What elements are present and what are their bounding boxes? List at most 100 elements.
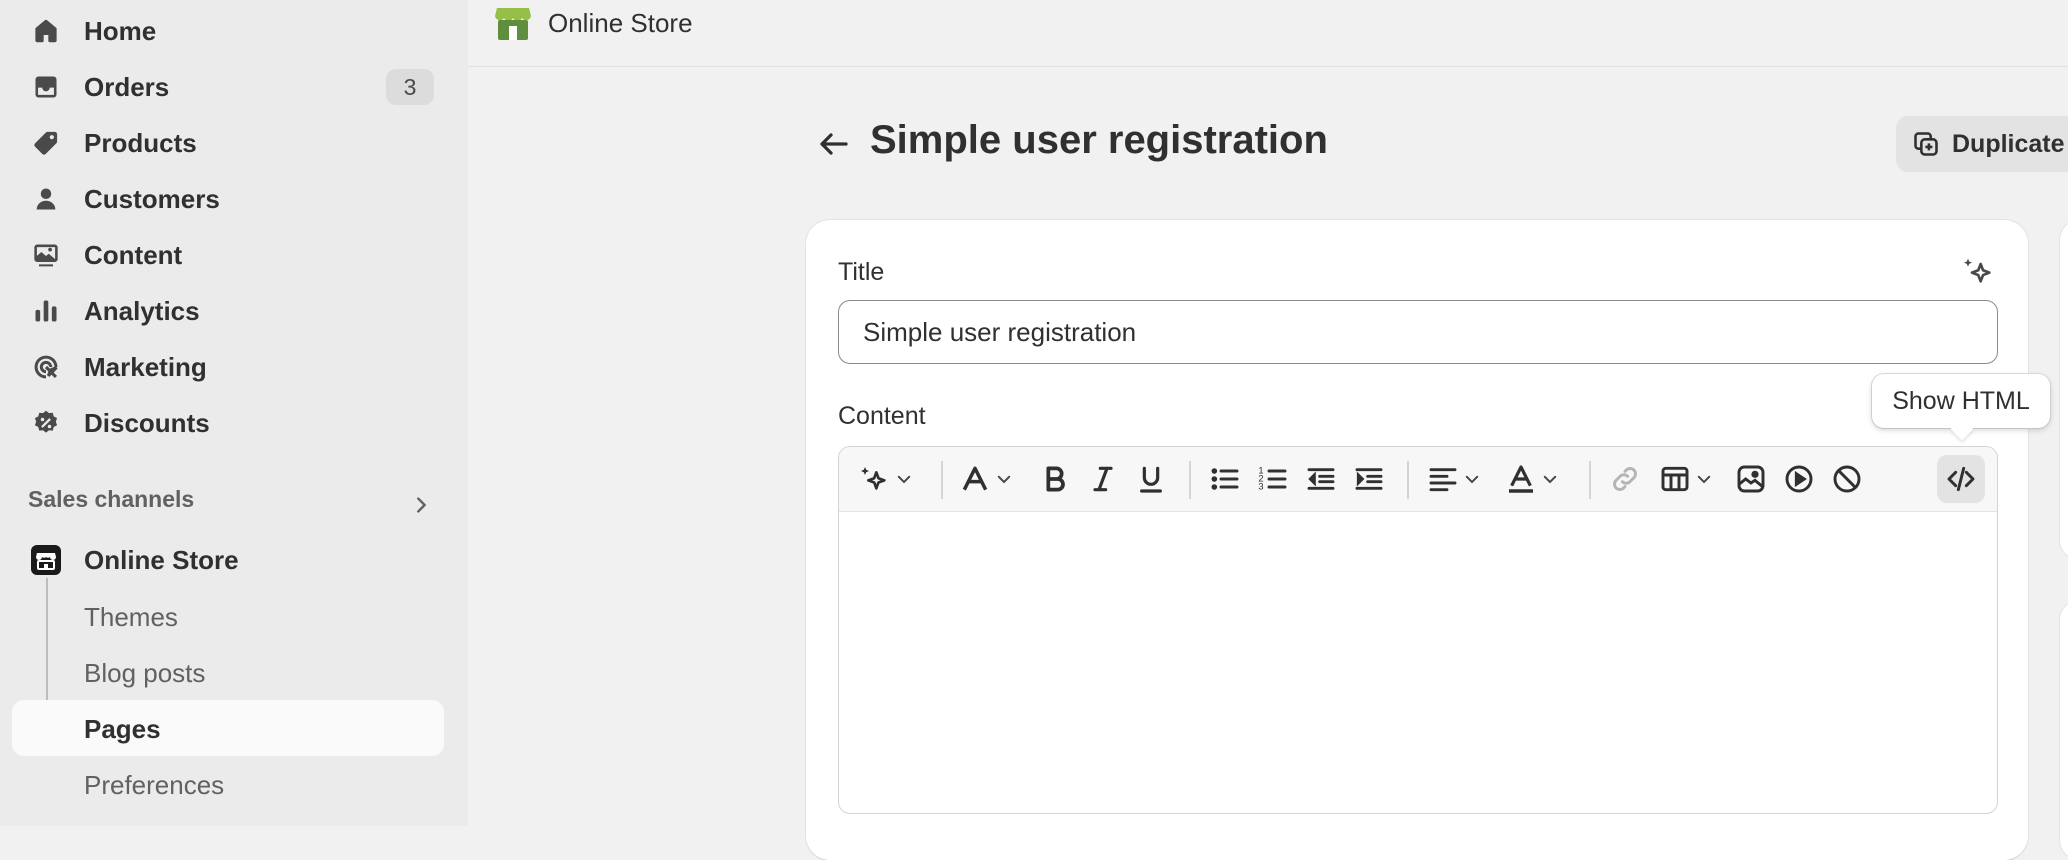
home-icon — [32, 17, 60, 45]
rich-text-editor: 123 — [838, 446, 1998, 814]
duplicate-button[interactable]: Duplicate — [1896, 116, 2068, 172]
sidebar-item-products[interactable]: Products — [12, 115, 444, 171]
show-html-tooltip: Show HTML — [1872, 374, 2050, 428]
chevron-down-icon — [1543, 475, 1557, 484]
title-label: Title — [838, 258, 885, 286]
duplicate-label: Duplicate — [1952, 130, 2065, 158]
side-card — [2060, 220, 2068, 560]
bold-button[interactable] — [1039, 461, 1071, 497]
content-label: Content — [838, 402, 926, 430]
magic-sparkle-icon[interactable] — [1962, 256, 1994, 288]
person-icon — [32, 185, 60, 213]
store-name: Online Store — [548, 8, 693, 38]
underline-icon — [1135, 463, 1167, 495]
top-bar: Online Store — [468, 0, 2068, 67]
inbox-icon — [32, 73, 60, 101]
bar-chart-icon — [32, 297, 60, 325]
sidebar-subitem-pages[interactable]: Pages — [12, 700, 444, 756]
outdent-button[interactable] — [1305, 461, 1337, 497]
link-button[interactable] — [1609, 461, 1641, 497]
toolbar-divider — [1589, 461, 1591, 499]
indent-icon — [1353, 463, 1385, 495]
editor-toolbar: 123 — [839, 447, 1997, 512]
underline-button[interactable] — [1135, 461, 1167, 497]
title-input[interactable] — [838, 300, 1998, 364]
chevron-down-icon — [1465, 475, 1479, 484]
image-icon — [1735, 463, 1767, 495]
link-icon — [1609, 463, 1641, 495]
target-icon — [32, 353, 60, 381]
sidebar-item-label: Home — [84, 15, 157, 46]
sidebar-subitem-preferences[interactable]: Preferences — [12, 756, 444, 812]
indent-button[interactable] — [1353, 461, 1385, 497]
table-dropdown-button[interactable] — [1659, 461, 1713, 497]
storefront-icon — [30, 544, 62, 576]
editor-content-area[interactable] — [839, 513, 1997, 813]
italic-icon — [1087, 463, 1119, 495]
sidebar-subitem-label: Preferences — [84, 770, 225, 800]
sidebar-item-label: Discounts — [84, 407, 210, 438]
bullet-list-icon — [1209, 463, 1241, 495]
sidebar-item-customers[interactable]: Customers — [12, 171, 444, 227]
sidebar-item-label: Customers — [84, 183, 220, 214]
code-icon — [1945, 463, 1977, 495]
back-arrow-icon[interactable] — [816, 126, 852, 162]
clear-format-button[interactable] — [1831, 461, 1863, 497]
text-color-dropdown-button[interactable] — [1505, 461, 1559, 497]
magic-dropdown-button[interactable] — [859, 461, 913, 497]
image-icon — [32, 241, 60, 269]
magic-icon — [859, 463, 891, 495]
sidebar-subitem-label: Blog posts — [84, 658, 206, 688]
sidebar-item-label: Orders — [84, 71, 170, 102]
sidebar-item-analytics[interactable]: Analytics — [12, 283, 444, 339]
orders-count-badge: 3 — [386, 69, 434, 105]
svg-text:3: 3 — [1258, 482, 1263, 492]
discount-icon — [32, 409, 60, 437]
numbered-list-button[interactable]: 123 — [1257, 461, 1289, 497]
sidebar-item-label: Content — [84, 239, 183, 270]
sidebar-item-orders[interactable]: Orders 3 — [12, 59, 444, 115]
sidebar-item-label: Marketing — [84, 351, 207, 382]
outdent-icon — [1305, 463, 1337, 495]
sidebar-item-home[interactable]: Home — [12, 3, 444, 59]
table-icon — [1659, 463, 1691, 495]
chevron-down-icon — [1697, 475, 1711, 484]
clear-format-icon — [1831, 463, 1863, 495]
side-card-secondary — [2060, 600, 2068, 860]
sales-channels-title: Sales channels — [28, 486, 195, 512]
sidebar-item-online-store[interactable]: Online Store — [12, 532, 444, 588]
italic-button[interactable] — [1087, 461, 1119, 497]
insert-video-button[interactable] — [1783, 461, 1815, 497]
sidebar-item-label: Products — [84, 127, 197, 158]
sidebar-subitem-blog-posts[interactable]: Blog posts — [12, 644, 444, 700]
bold-icon — [1039, 463, 1071, 495]
chevron-down-icon — [997, 475, 1011, 484]
insert-image-button[interactable] — [1735, 461, 1767, 497]
sidebar-item-discounts[interactable]: Discounts — [12, 395, 444, 451]
toolbar-divider — [1189, 461, 1191, 499]
font-icon — [959, 463, 991, 495]
video-icon — [1783, 463, 1815, 495]
duplicate-icon — [1912, 130, 1940, 158]
sidebar-subitem-label: Pages — [84, 714, 161, 744]
page-title: Simple user registration — [870, 118, 1328, 162]
sidebar-item-content[interactable]: Content — [12, 227, 444, 283]
sidebar: Home Orders 3 Products Customers Content… — [0, 0, 468, 826]
sidebar-item-label: Online Store — [84, 544, 239, 575]
tag-icon — [32, 129, 60, 157]
sidebar-item-label: Analytics — [84, 295, 200, 326]
align-icon — [1427, 463, 1459, 495]
toolbar-divider — [1407, 461, 1409, 499]
online-store-logo-icon — [494, 2, 532, 42]
align-dropdown-button[interactable] — [1427, 461, 1481, 497]
sidebar-subitem-label: Themes — [84, 602, 178, 632]
sidebar-item-marketing[interactable]: Marketing — [12, 339, 444, 395]
font-dropdown-button[interactable] — [959, 461, 1013, 497]
chevron-right-icon[interactable] — [410, 494, 432, 516]
numbered-list-icon: 123 — [1257, 463, 1289, 495]
show-html-button[interactable] — [1937, 455, 1985, 503]
chevron-down-icon — [897, 475, 911, 484]
bullet-list-button[interactable] — [1209, 461, 1241, 497]
toolbar-divider — [941, 461, 943, 499]
sidebar-subitem-themes[interactable]: Themes — [12, 588, 444, 644]
